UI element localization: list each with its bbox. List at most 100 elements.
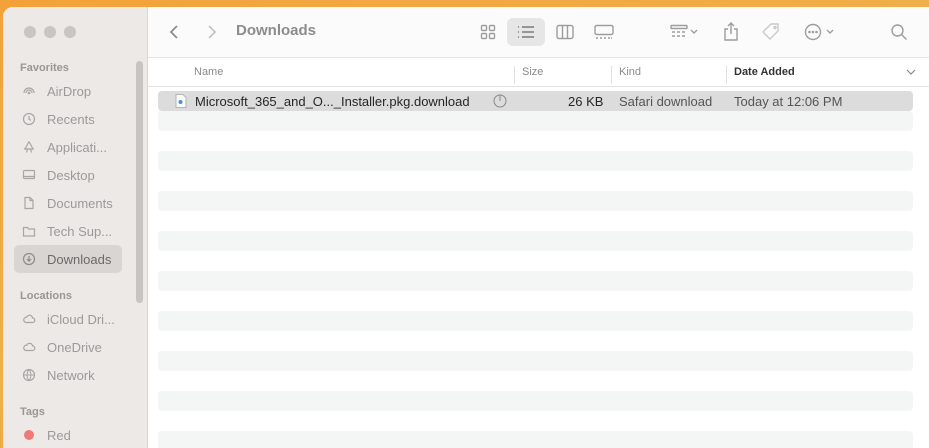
desktop-icon (22, 168, 36, 182)
pkg-download-file-icon (175, 94, 187, 111)
icon-view-button[interactable] (474, 19, 502, 45)
sidebar-item-tech-support[interactable]: Tech Sup... (14, 217, 122, 245)
sidebar-item-label: AirDrop (47, 83, 92, 99)
empty-row (158, 291, 913, 311)
forward-button[interactable] (200, 21, 222, 43)
toolbar: Downloads (148, 7, 929, 58)
share-button[interactable] (720, 18, 742, 46)
document-icon (22, 196, 36, 210)
empty-row (158, 131, 913, 151)
applications-icon (22, 140, 36, 154)
empty-row (158, 111, 913, 131)
globe-icon (22, 368, 36, 382)
more-actions-button[interactable] (799, 19, 839, 45)
sidebar-item-documents[interactable]: Documents (14, 189, 122, 217)
table-row[interactable]: Microsoft_365_and_O..._Installer.pkg.dow… (158, 91, 913, 111)
cloud-icon (22, 312, 36, 326)
sidebar-item-desktop[interactable]: Desktop (14, 161, 122, 189)
chevron-left-icon (169, 25, 178, 39)
column-header-kind[interactable]: Kind (619, 66, 641, 78)
gallery-view-button[interactable] (589, 19, 619, 45)
sidebar-item-label: iCloud Dri... (47, 311, 115, 327)
chevron-right-icon (208, 25, 217, 39)
file-date-added: Today at 12:06 PM (734, 93, 843, 109)
zoom-window-button[interactable] (64, 26, 76, 38)
minimize-window-button[interactable] (44, 26, 56, 38)
file-size: 26 KB (568, 93, 604, 109)
cloud-icon (22, 340, 36, 354)
empty-row (158, 171, 913, 191)
column-header-date-added[interactable]: Date Added (734, 66, 795, 78)
empty-row (158, 231, 913, 251)
folder-icon (22, 224, 36, 238)
list-icon (518, 26, 534, 38)
finder-window: Favorites AirDrop Recents Applicati... D… (3, 7, 929, 448)
gallery-icon (594, 24, 614, 39)
sidebar: Favorites AirDrop Recents Applicati... D… (3, 7, 148, 448)
list-view-button[interactable] (507, 18, 545, 46)
search-button[interactable] (887, 20, 911, 44)
column-divider[interactable] (514, 66, 515, 84)
sort-chevron-down-icon[interactable] (906, 67, 916, 79)
empty-row (158, 151, 913, 171)
empty-row (158, 271, 913, 291)
clock-icon (22, 112, 36, 126)
favorites-heading: Favorites (20, 62, 69, 74)
group-icon (670, 24, 698, 37)
sidebar-item-recents[interactable]: Recents (14, 105, 122, 133)
tag-icon (762, 23, 779, 40)
file-kind: Safari download (619, 93, 713, 109)
airdrop-icon (22, 84, 36, 98)
file-list: Microsoft_365_and_O..._Installer.pkg.dow… (158, 91, 913, 448)
empty-row (158, 311, 913, 331)
column-divider[interactable] (611, 66, 612, 84)
download-icon (22, 252, 36, 266)
sidebar-item-downloads[interactable]: Downloads (14, 245, 122, 273)
tags-button[interactable] (759, 19, 783, 45)
locations-heading: Locations (20, 290, 72, 302)
download-progress-icon (493, 94, 507, 111)
red-tag-dot-icon (22, 428, 36, 442)
sidebar-item-label: OneDrive (47, 339, 102, 355)
sidebar-item-airdrop[interactable]: AirDrop (14, 77, 122, 105)
sidebar-item-label: Red (47, 427, 71, 443)
sidebar-item-label: Tech Sup... (47, 223, 113, 239)
back-button[interactable] (164, 21, 186, 43)
ellipsis-circle-icon (804, 23, 834, 41)
column-view-button[interactable] (551, 19, 579, 45)
empty-row (158, 211, 913, 231)
sidebar-item-label: Desktop (47, 167, 95, 183)
empty-row (158, 371, 913, 391)
sidebar-item-label: Recents (47, 111, 95, 127)
column-divider[interactable] (726, 66, 727, 84)
sidebar-item-label: Documents (47, 195, 113, 211)
sidebar-item-applications[interactable]: Applicati... (14, 133, 122, 161)
share-icon (724, 22, 738, 41)
window-controls (24, 26, 76, 38)
column-header-bar: Name Size Kind Date Added (148, 58, 929, 87)
sidebar-scrollbar[interactable] (136, 61, 143, 303)
window-title: Downloads (236, 22, 317, 39)
empty-row (158, 411, 913, 431)
sidebar-item-icloud-drive[interactable]: iCloud Dri... (14, 305, 122, 333)
sidebar-item-tag-red[interactable]: Red (14, 421, 122, 448)
search-icon (891, 24, 907, 40)
column-header-name[interactable]: Name (194, 66, 223, 78)
empty-row (158, 431, 913, 448)
close-window-button[interactable] (24, 26, 36, 38)
empty-row (158, 191, 913, 211)
sidebar-item-label: Network (47, 367, 95, 383)
columns-icon (556, 24, 574, 40)
empty-row (158, 391, 913, 411)
sidebar-item-label: Downloads (47, 251, 112, 267)
empty-row (158, 331, 913, 351)
grid-icon (480, 24, 496, 40)
empty-row (158, 251, 913, 271)
sidebar-item-network[interactable]: Network (14, 361, 122, 389)
empty-row (158, 351, 913, 371)
group-by-button[interactable] (664, 19, 704, 45)
file-name: Microsoft_365_and_O..._Installer.pkg.dow… (195, 93, 470, 109)
sidebar-item-onedrive[interactable]: OneDrive (14, 333, 122, 361)
column-header-size[interactable]: Size (522, 66, 543, 78)
tags-heading: Tags (20, 406, 45, 418)
